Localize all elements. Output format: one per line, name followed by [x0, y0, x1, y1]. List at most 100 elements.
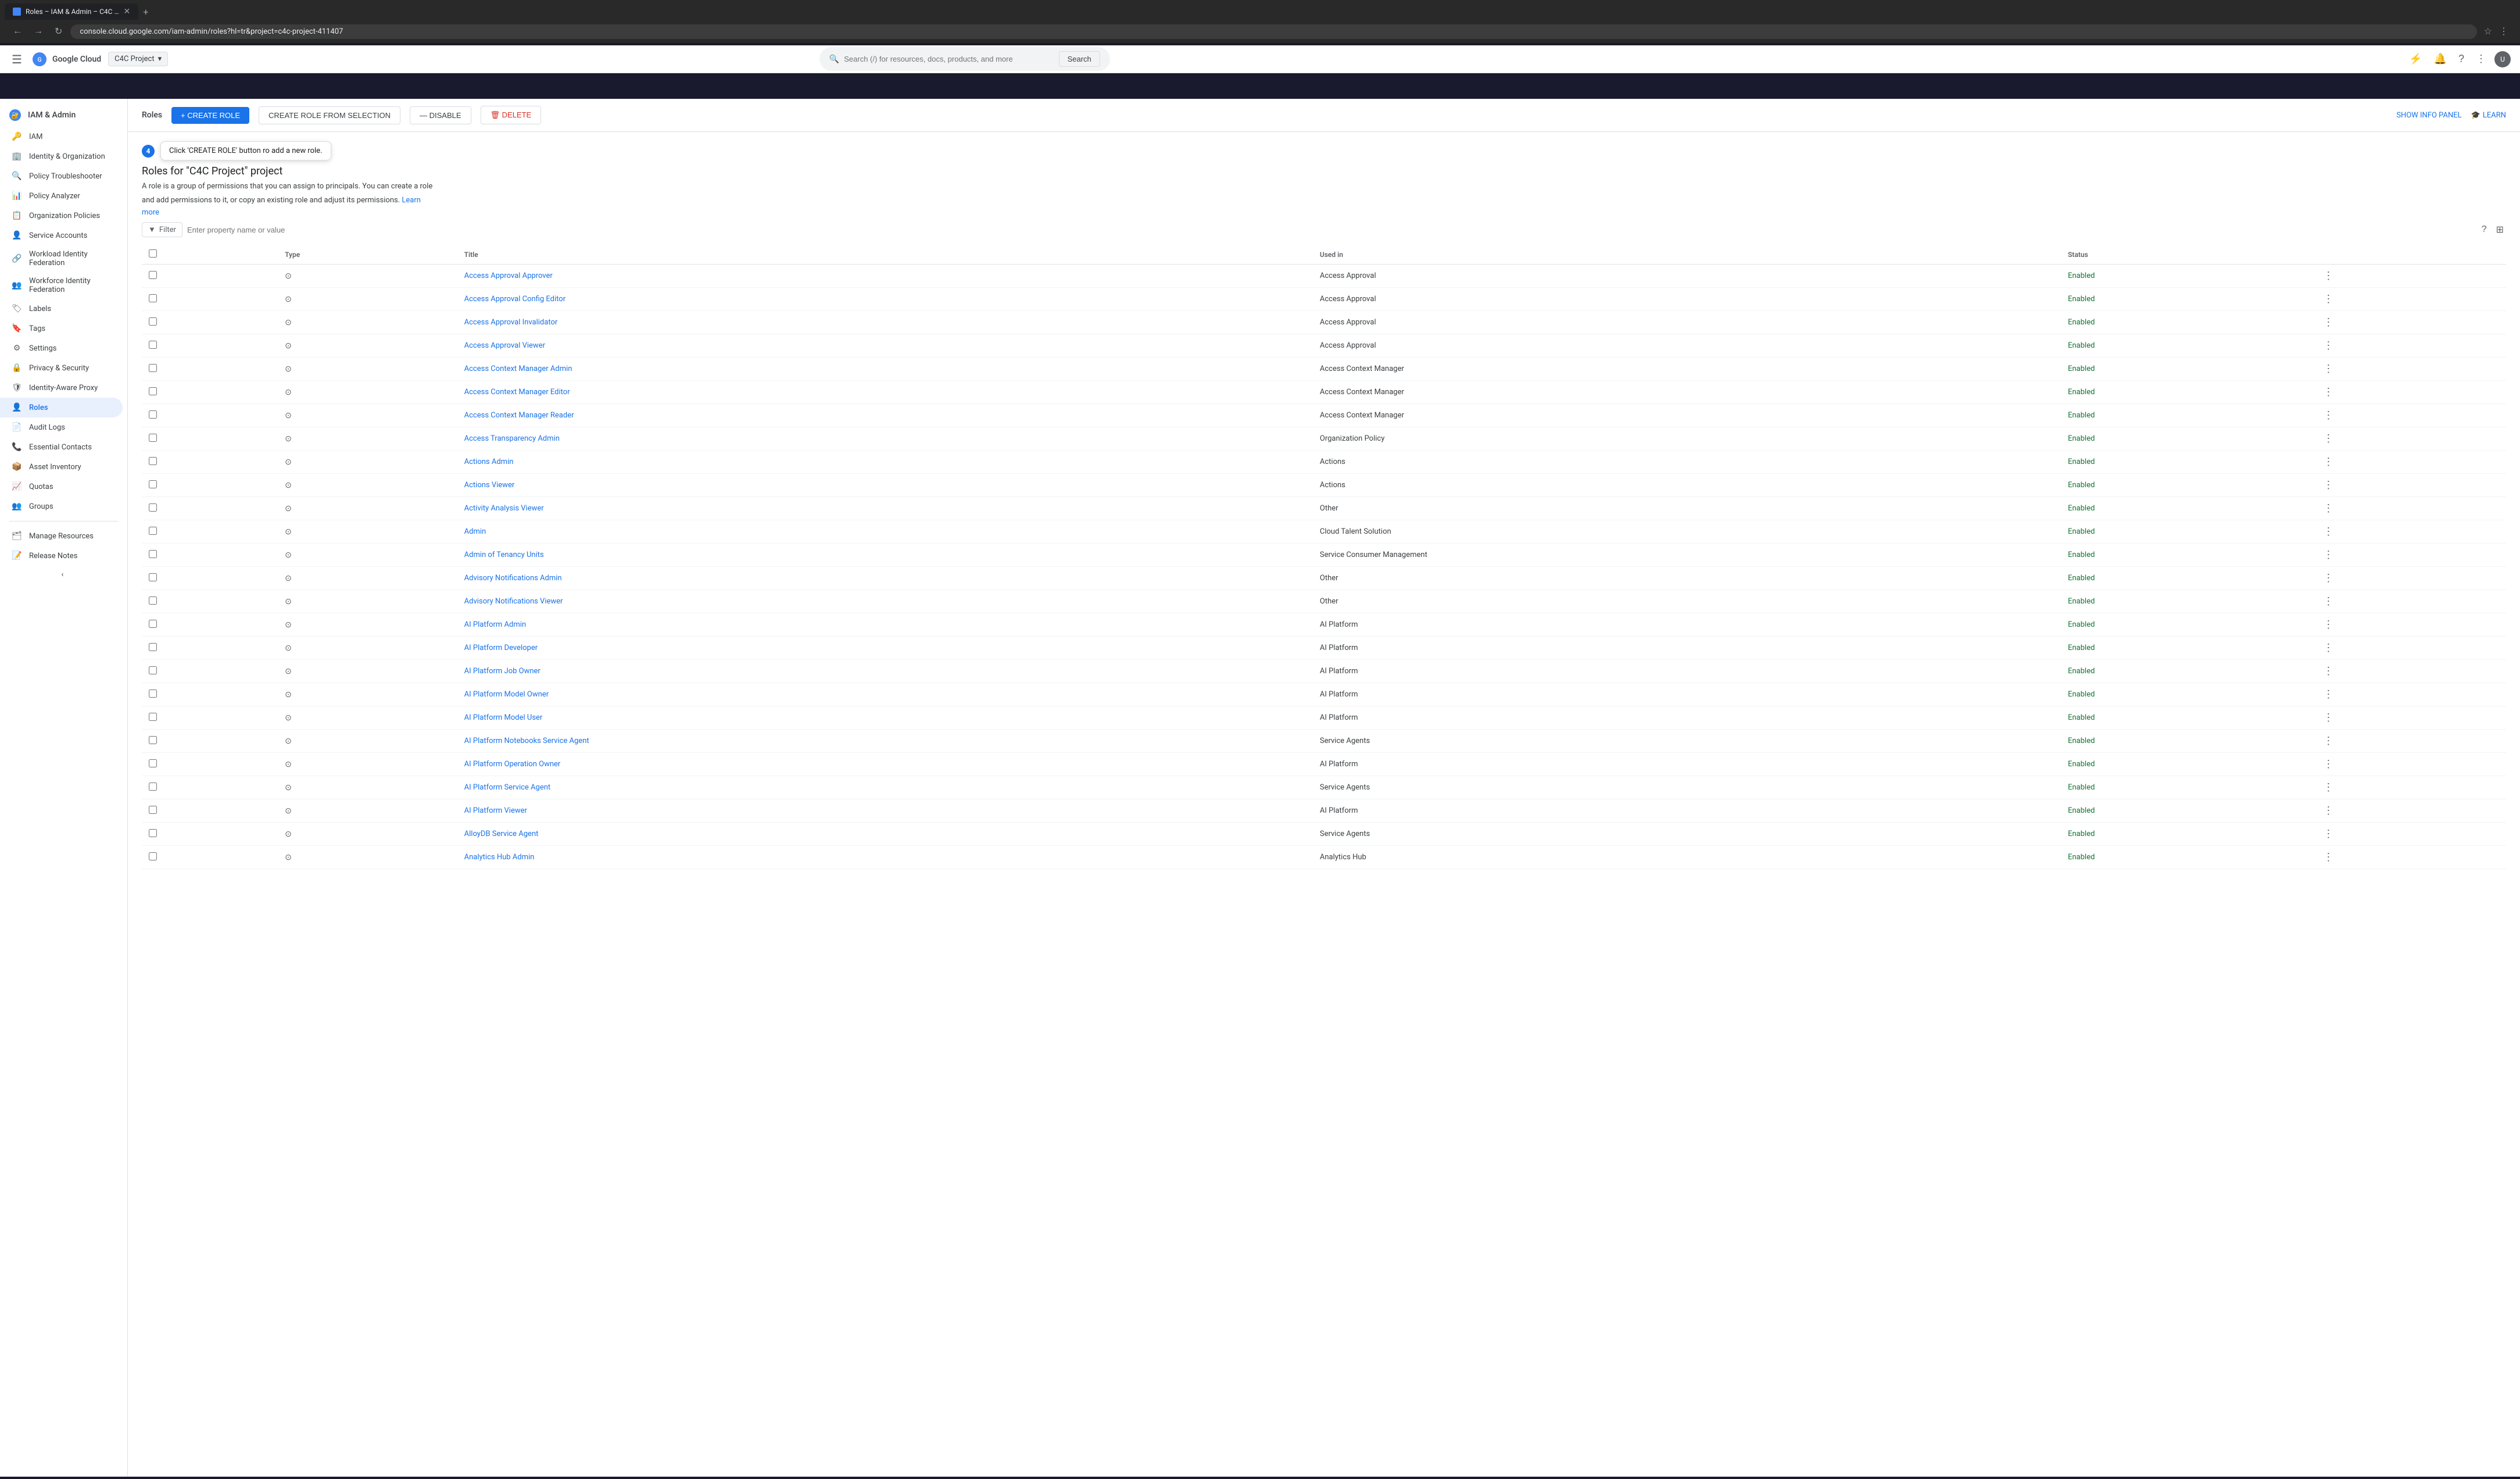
- create-role-button[interactable]: + CREATE ROLE: [171, 107, 249, 124]
- new-tab-button[interactable]: +: [138, 4, 153, 20]
- sidebar-item-policy-analyzer[interactable]: 📊 Policy Analyzer: [0, 186, 123, 206]
- row-select-checkbox[interactable]: [149, 341, 157, 349]
- role-title-link[interactable]: AI Platform Developer: [464, 644, 538, 652]
- row-select-checkbox[interactable]: [149, 643, 157, 651]
- role-title-link[interactable]: Access Context Manager Reader: [464, 411, 574, 420]
- role-title-link[interactable]: AI Platform Model User: [464, 713, 543, 722]
- row-more-button[interactable]: ⋮: [2319, 408, 2337, 423]
- role-title-link[interactable]: AI Platform Model Owner: [464, 690, 549, 699]
- row-more-button[interactable]: ⋮: [2319, 571, 2337, 585]
- row-select-checkbox[interactable]: [149, 480, 157, 488]
- row-more-button[interactable]: ⋮: [2319, 617, 2337, 632]
- back-button[interactable]: ←: [9, 24, 26, 39]
- role-title-link[interactable]: Actions Viewer: [464, 481, 515, 490]
- user-avatar[interactable]: U: [2494, 51, 2511, 67]
- row-more-button[interactable]: ⋮: [2319, 687, 2337, 702]
- refresh-button[interactable]: ↻: [51, 23, 66, 40]
- row-more-button[interactable]: ⋮: [2319, 501, 2337, 516]
- row-select-checkbox[interactable]: [149, 503, 157, 512]
- sidebar-item-manage-resources[interactable]: 🗂 Manage Resources: [0, 526, 123, 546]
- sidebar-item-service-accounts[interactable]: 👤 Service Accounts: [0, 226, 123, 245]
- row-more-button[interactable]: ⋮: [2319, 292, 2337, 306]
- row-more-button[interactable]: ⋮: [2319, 524, 2337, 539]
- learn-link[interactable]: 🎓 LEARN: [2471, 111, 2506, 120]
- show-info-panel-link[interactable]: SHOW INFO PANEL: [2396, 111, 2461, 120]
- sidebar-item-essential-contacts[interactable]: 📞 Essential Contacts: [0, 437, 123, 457]
- role-title-link[interactable]: Access Approval Viewer: [464, 341, 545, 350]
- hamburger-menu-icon[interactable]: ☰: [9, 50, 24, 69]
- role-title-link[interactable]: AlloyDB Service Agent: [464, 830, 539, 838]
- row-more-button[interactable]: ⋮: [2319, 850, 2337, 864]
- role-title-link[interactable]: Access Transparency Admin: [464, 434, 560, 443]
- sidebar-item-settings[interactable]: ⚙ Settings: [0, 338, 123, 358]
- role-title-link[interactable]: Analytics Hub Admin: [464, 853, 535, 862]
- row-more-button[interactable]: ⋮: [2319, 315, 2337, 330]
- role-title-link[interactable]: Access Approval Invalidator: [464, 318, 558, 327]
- disable-button[interactable]: — DISABLE: [410, 106, 471, 124]
- table-columns-button[interactable]: ⊞: [2494, 222, 2506, 238]
- row-select-checkbox[interactable]: [149, 620, 157, 628]
- row-more-button[interactable]: ⋮: [2319, 455, 2337, 469]
- row-select-checkbox[interactable]: [149, 666, 157, 674]
- more-options-button[interactable]: ⋮: [2472, 49, 2490, 69]
- sidebar-item-tags[interactable]: 🔖 Tags: [0, 319, 123, 338]
- search-button[interactable]: Search: [1059, 51, 1100, 67]
- sidebar-item-groups[interactable]: 👥 Groups: [0, 496, 123, 516]
- notifications-button[interactable]: 🔔: [2430, 49, 2450, 69]
- row-select-checkbox[interactable]: [149, 364, 157, 372]
- row-more-button[interactable]: ⋮: [2319, 757, 2337, 771]
- forward-button[interactable]: →: [30, 24, 46, 39]
- row-select-checkbox[interactable]: [149, 690, 157, 698]
- row-select-checkbox[interactable]: [149, 713, 157, 721]
- delete-button[interactable]: 🗑 DELETE: [481, 106, 542, 124]
- row-more-button[interactable]: ⋮: [2319, 780, 2337, 795]
- sidebar-item-asset-inventory[interactable]: 📦 Asset Inventory: [0, 457, 123, 477]
- sidebar-item-identity-org[interactable]: 🏢 Identity & Organization: [0, 147, 123, 166]
- more-link[interactable]: more: [142, 208, 159, 217]
- row-more-button[interactable]: ⋮: [2319, 664, 2337, 678]
- row-more-button[interactable]: ⋮: [2319, 338, 2337, 353]
- row-select-checkbox[interactable]: [149, 806, 157, 814]
- sidebar-item-org-policies[interactable]: 📋 Organization Policies: [0, 206, 123, 226]
- filter-input[interactable]: [187, 226, 2475, 234]
- role-title-link[interactable]: AI Platform Job Owner: [464, 667, 540, 676]
- row-select-checkbox[interactable]: [149, 829, 157, 837]
- row-select-checkbox[interactable]: [149, 294, 157, 302]
- learn-more-link[interactable]: Learn: [402, 196, 421, 205]
- tab-close-button[interactable]: ✕: [124, 7, 131, 16]
- search-input-container[interactable]: 🔍 Search: [819, 47, 1110, 71]
- help-button[interactable]: ?: [2455, 49, 2468, 69]
- role-title-link[interactable]: AI Platform Operation Owner: [464, 760, 561, 769]
- row-select-checkbox[interactable]: [149, 783, 157, 791]
- row-more-button[interactable]: ⋮: [2319, 641, 2337, 655]
- row-more-button[interactable]: ⋮: [2319, 478, 2337, 492]
- sidebar-item-privacy-security[interactable]: 🔒 Privacy & Security: [0, 358, 123, 378]
- table-help-button[interactable]: ?: [2479, 222, 2489, 238]
- role-title-link[interactable]: AI Platform Viewer: [464, 806, 527, 815]
- sidebar-collapse-button[interactable]: ‹: [0, 566, 123, 584]
- role-title-link[interactable]: AI Platform Service Agent: [464, 783, 551, 792]
- project-selector[interactable]: C4C Project ▾: [108, 52, 168, 66]
- sidebar-item-identity-aware-proxy[interactable]: 🛡 Identity-Aware Proxy: [0, 378, 123, 398]
- role-title-link[interactable]: Admin of Tenancy Units: [464, 551, 544, 559]
- row-more-button[interactable]: ⋮: [2319, 734, 2337, 748]
- row-select-checkbox[interactable]: [149, 596, 157, 605]
- row-select-checkbox[interactable]: [149, 457, 157, 465]
- role-title-link[interactable]: Admin: [464, 527, 486, 536]
- row-select-checkbox[interactable]: [149, 852, 157, 860]
- row-more-button[interactable]: ⋮: [2319, 385, 2337, 399]
- select-all-checkbox[interactable]: [149, 249, 157, 258]
- row-more-button[interactable]: ⋮: [2319, 269, 2337, 283]
- row-select-checkbox[interactable]: [149, 317, 157, 326]
- more-button[interactable]: ⋮: [2497, 23, 2511, 40]
- row-select-checkbox[interactable]: [149, 434, 157, 442]
- role-title-link[interactable]: Access Context Manager Admin: [464, 365, 572, 373]
- sidebar-item-policy-troubleshooter[interactable]: 🔍 Policy Troubleshooter: [0, 166, 123, 186]
- role-title-link[interactable]: AI Platform Admin: [464, 620, 526, 629]
- sidebar-item-release-notes[interactable]: 📝 Release Notes: [0, 546, 123, 566]
- role-title-link[interactable]: Activity Analysis Viewer: [464, 504, 544, 513]
- row-select-checkbox[interactable]: [149, 759, 157, 767]
- row-select-checkbox[interactable]: [149, 550, 157, 558]
- search-field[interactable]: [844, 55, 1054, 63]
- sidebar-item-workload-identity[interactable]: 🔗 Workload Identity Federation: [0, 245, 123, 272]
